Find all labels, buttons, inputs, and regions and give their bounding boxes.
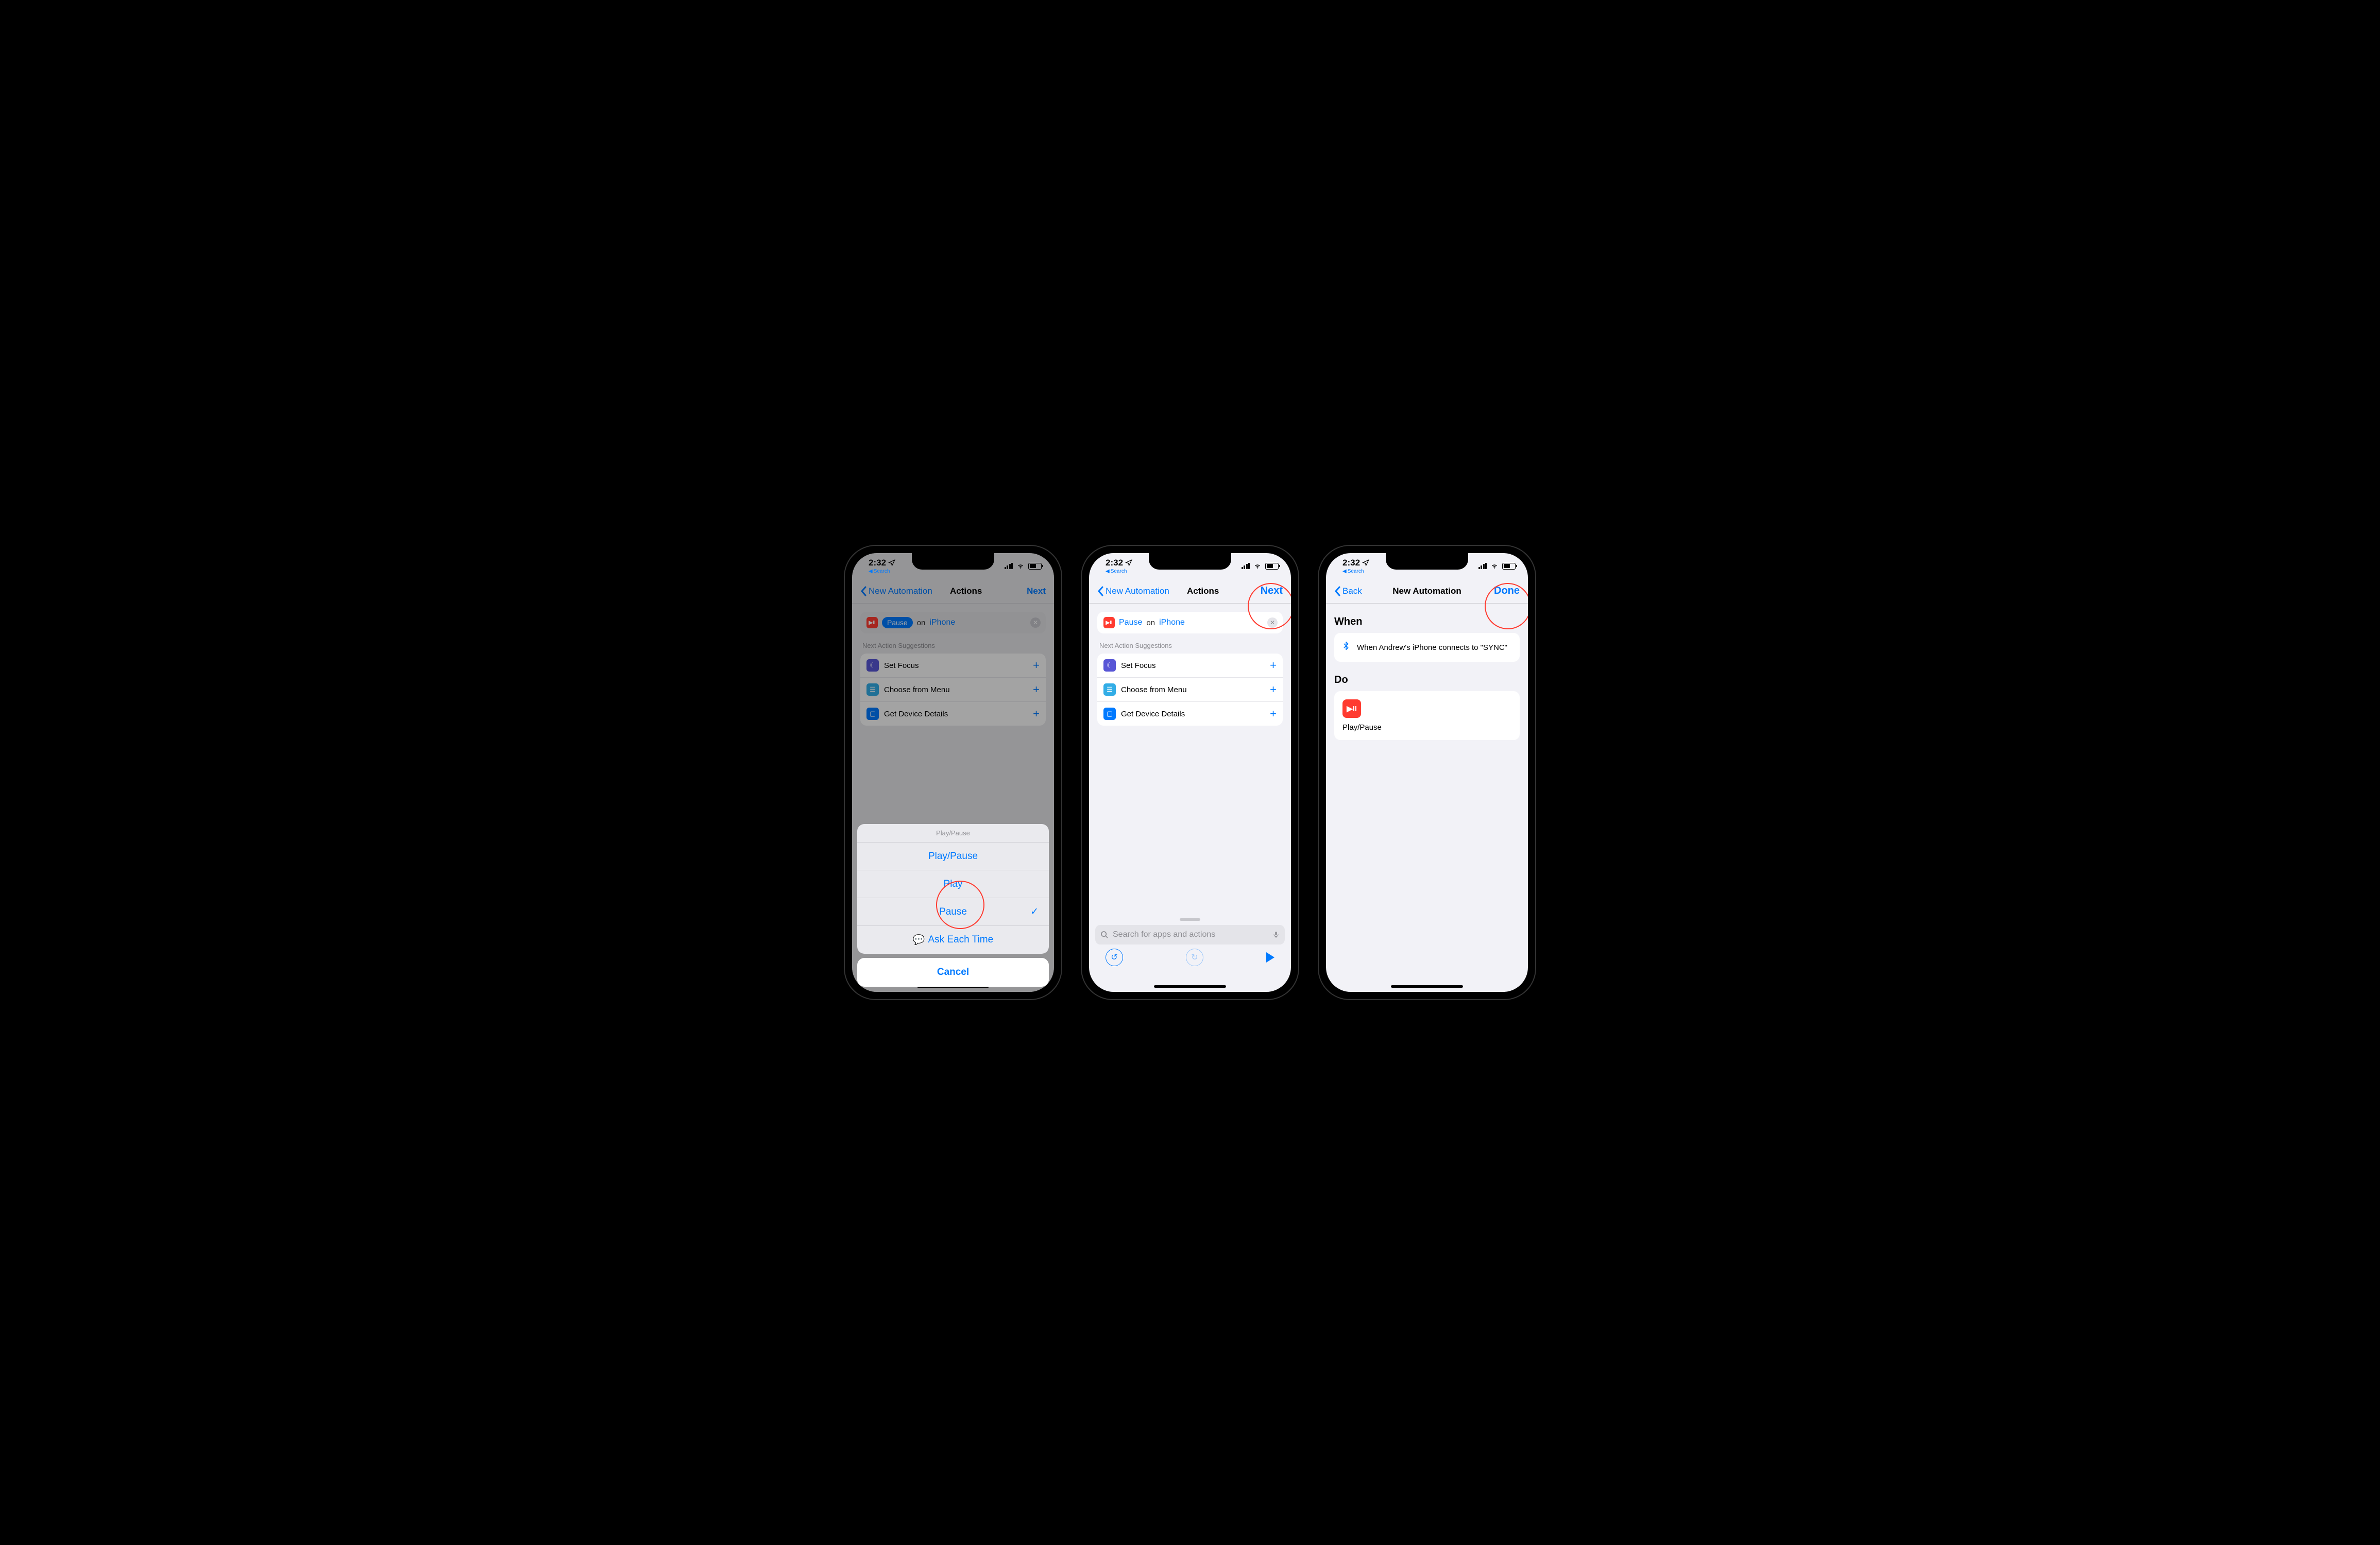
action-word-on: on: [1146, 619, 1155, 627]
action-param-device[interactable]: iPhone: [1159, 618, 1185, 627]
when-section-title: When: [1334, 616, 1520, 628]
sheet-cancel-button[interactable]: Cancel: [857, 958, 1049, 987]
signal-icon: [1242, 563, 1250, 569]
checkmark-icon: ✓: [1030, 906, 1039, 918]
status-time: 2:32: [869, 558, 886, 568]
suggestions-header: Next Action Suggestions: [1099, 642, 1283, 649]
location-icon: [888, 559, 895, 566]
sheet-option-ask[interactable]: 💬Ask Each Time: [857, 926, 1049, 954]
suggestion-item[interactable]: ☾Set Focus+: [1097, 654, 1283, 678]
sheet-option-pause[interactable]: Pause ✓: [857, 898, 1049, 926]
breadcrumb-back[interactable]: ◀Search: [869, 569, 895, 574]
action-sheet: Play/Pause Play/Pause Play Pause ✓ 💬Ask …: [857, 824, 1049, 954]
focus-icon: ☾: [1103, 659, 1116, 672]
suggestion-item[interactable]: ☰Choose from Menu+: [1097, 678, 1283, 702]
menu-icon: ☰: [1103, 683, 1116, 696]
location-icon: [1125, 559, 1132, 566]
add-icon[interactable]: +: [1270, 659, 1277, 672]
action-sheet-overlay[interactable]: Play/Pause Play/Pause Play Pause ✓ 💬Ask …: [852, 553, 1054, 992]
do-section-title: Do: [1334, 674, 1520, 686]
notch: [1386, 553, 1468, 570]
when-trigger-card[interactable]: When Andrew's iPhone connects to "SYNC": [1334, 633, 1520, 662]
wifi-icon: [1490, 563, 1499, 570]
chevron-left-icon: [1334, 586, 1340, 596]
done-button[interactable]: Done: [1494, 585, 1520, 597]
status-time: 2:32: [1342, 558, 1360, 568]
wifi-icon: [1253, 563, 1262, 570]
device-icon: ▢: [1103, 708, 1116, 720]
drag-handle[interactable]: [1180, 918, 1200, 921]
playpause-icon: ▶II: [1103, 617, 1115, 628]
chevron-left-icon: [1097, 586, 1103, 596]
signal-icon: [1005, 563, 1013, 569]
phone-frame-3: 2:32 ◀Search Back New Automation Done: [1319, 546, 1535, 999]
undo-button[interactable]: ↺: [1106, 949, 1123, 966]
do-action-text: Play/Pause: [1342, 723, 1382, 732]
notch: [1149, 553, 1231, 570]
signal-icon: [1478, 563, 1487, 569]
notch: [912, 553, 994, 570]
action-param-mode[interactable]: Pause: [1119, 618, 1142, 627]
breadcrumb-back[interactable]: ◀Search: [1106, 569, 1132, 574]
sheet-title: Play/Pause: [857, 824, 1049, 843]
action-step[interactable]: ▶II Pause on iPhone ✕: [1097, 612, 1283, 633]
nav-bar: New Automation Actions Next: [1089, 579, 1291, 604]
nav-title: Actions: [1187, 586, 1219, 596]
when-trigger-text: When Andrew's iPhone connects to "SYNC": [1357, 643, 1507, 652]
wifi-icon: [1016, 563, 1025, 570]
back-button[interactable]: New Automation: [1097, 586, 1169, 596]
suggestion-item[interactable]: ▢Get Device Details+: [1097, 702, 1283, 726]
add-icon[interactable]: +: [1270, 707, 1277, 720]
battery-icon: [1028, 563, 1042, 570]
do-action-card[interactable]: ▶II Play/Pause: [1334, 691, 1520, 740]
playpause-icon: ▶II: [1342, 699, 1361, 718]
bottom-search-panel: Search for apps and actions ↺ ↻: [1089, 914, 1291, 966]
nav-bar: Back New Automation Done: [1326, 579, 1528, 604]
redo-button[interactable]: ↻: [1186, 949, 1203, 966]
battery-icon: [1502, 563, 1516, 570]
bluetooth-icon: [1341, 640, 1351, 655]
search-input[interactable]: Search for apps and actions: [1095, 925, 1285, 945]
sheet-option-playpause[interactable]: Play/Pause: [857, 843, 1049, 870]
search-icon: [1100, 931, 1109, 939]
add-icon[interactable]: +: [1270, 683, 1277, 696]
mic-icon[interactable]: [1272, 930, 1280, 939]
phone-frame-2: 2:32 ◀Search New Automation Actions N: [1082, 546, 1298, 999]
next-button[interactable]: Next: [1261, 585, 1283, 597]
home-indicator[interactable]: [1154, 985, 1226, 988]
ask-icon: 💬: [913, 934, 925, 946]
sheet-option-play[interactable]: Play: [857, 870, 1049, 898]
home-indicator[interactable]: [1391, 985, 1463, 988]
clear-action-button[interactable]: ✕: [1267, 617, 1278, 628]
breadcrumb-back[interactable]: ◀Search: [1342, 569, 1369, 574]
nav-title: New Automation: [1392, 586, 1461, 596]
battery-icon: [1265, 563, 1279, 570]
back-button[interactable]: Back: [1334, 586, 1362, 596]
run-button[interactable]: [1266, 952, 1274, 963]
status-time: 2:32: [1106, 558, 1123, 568]
phone-frame-1: 2:32 ◀Search New Automation: [845, 546, 1061, 999]
suggestions-list: ☾Set Focus+ ☰Choose from Menu+ ▢Get Devi…: [1097, 654, 1283, 726]
location-icon: [1362, 559, 1369, 566]
